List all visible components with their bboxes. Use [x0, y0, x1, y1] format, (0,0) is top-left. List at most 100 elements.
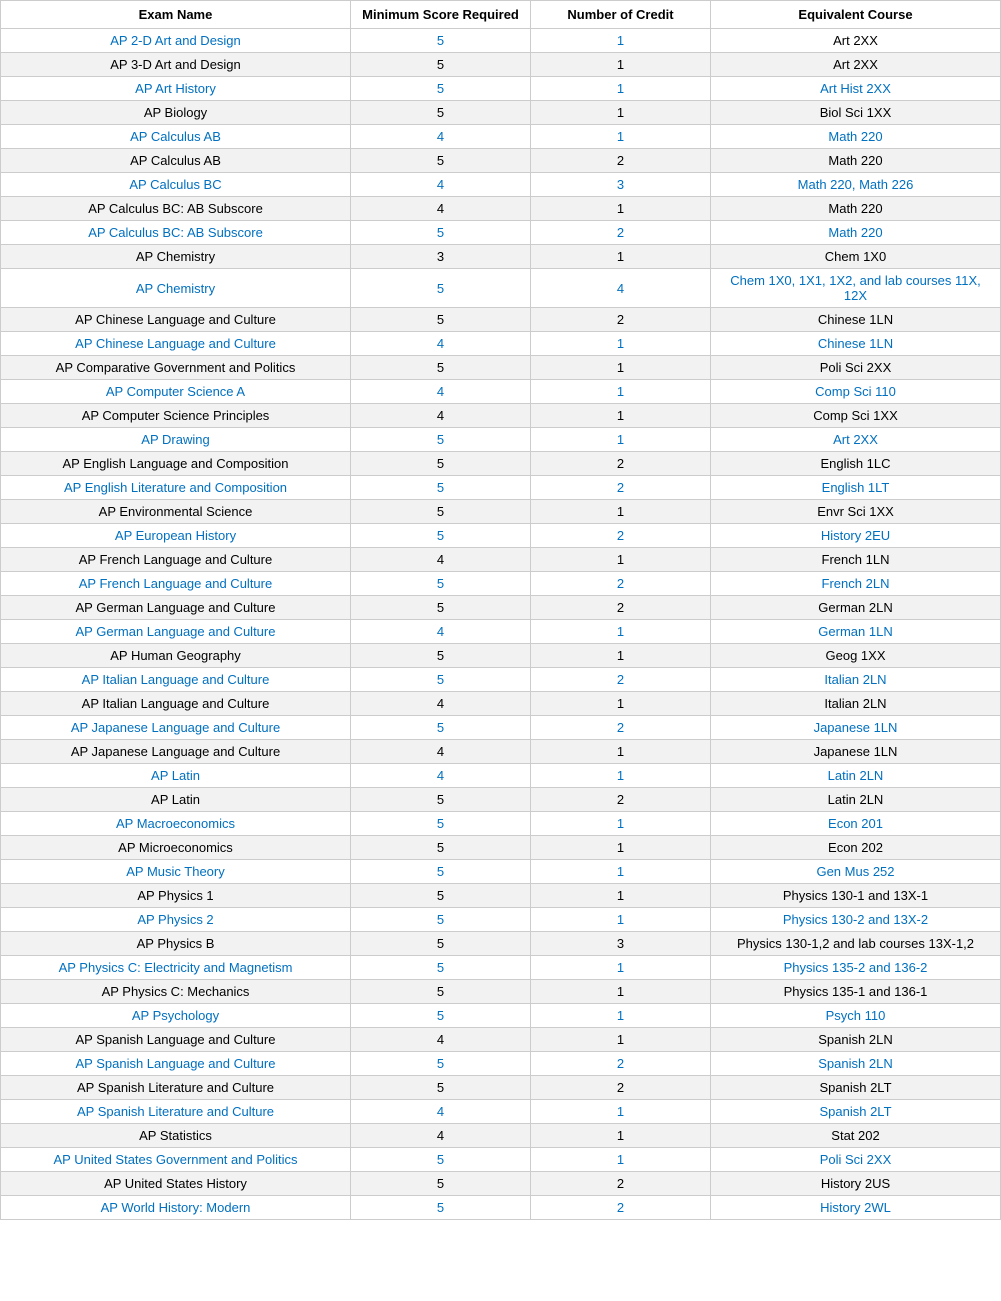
min-score: 4	[351, 764, 531, 788]
min-score: 5	[351, 1076, 531, 1100]
num-credit: 1	[531, 356, 711, 380]
table-row: AP Japanese Language and Culture 4 1 Jap…	[1, 740, 1001, 764]
num-credit: 1	[531, 245, 711, 269]
min-score: 5	[351, 884, 531, 908]
equiv-course: Japanese 1LN	[711, 740, 1001, 764]
equiv-course: French 1LN	[711, 548, 1001, 572]
exam-name: AP Human Geography	[1, 644, 351, 668]
equiv-course: Physics 130-2 and 13X-2	[711, 908, 1001, 932]
exam-name: AP Spanish Literature and Culture	[1, 1100, 351, 1124]
table-row: AP Environmental Science 5 1 Envr Sci 1X…	[1, 500, 1001, 524]
table-row: AP Music Theory 5 1 Gen Mus 252	[1, 860, 1001, 884]
equiv-course: Envr Sci 1XX	[711, 500, 1001, 524]
equiv-course: Poli Sci 2XX	[711, 1148, 1001, 1172]
num-credit: 1	[531, 980, 711, 1004]
equiv-course: Art 2XX	[711, 428, 1001, 452]
min-score: 4	[351, 173, 531, 197]
exam-name: AP Chinese Language and Culture	[1, 308, 351, 332]
exam-name: AP Chemistry	[1, 245, 351, 269]
exam-name: AP Calculus AB	[1, 149, 351, 173]
num-credit: 1	[531, 332, 711, 356]
min-score: 4	[351, 740, 531, 764]
table-row: AP Japanese Language and Culture 5 2 Jap…	[1, 716, 1001, 740]
table-row: AP Chinese Language and Culture 5 2 Chin…	[1, 308, 1001, 332]
table-row: AP English Literature and Composition 5 …	[1, 476, 1001, 500]
exam-name: AP Physics 2	[1, 908, 351, 932]
num-credit: 1	[531, 548, 711, 572]
exam-name: AP German Language and Culture	[1, 596, 351, 620]
exam-name: AP United States History	[1, 1172, 351, 1196]
num-credit: 3	[531, 173, 711, 197]
exam-name: AP Physics C: Electricity and Magnetism	[1, 956, 351, 980]
min-score: 4	[351, 197, 531, 221]
equiv-course: Stat 202	[711, 1124, 1001, 1148]
exam-name: AP Music Theory	[1, 860, 351, 884]
equiv-course: Psych 110	[711, 1004, 1001, 1028]
num-credit: 1	[531, 812, 711, 836]
header-exam: Exam Name	[1, 1, 351, 29]
equiv-course: Spanish 2LN	[711, 1052, 1001, 1076]
equiv-course: Geog 1XX	[711, 644, 1001, 668]
table-row: AP Microeconomics 5 1 Econ 202	[1, 836, 1001, 860]
min-score: 5	[351, 572, 531, 596]
num-credit: 1	[531, 404, 711, 428]
table-row: AP German Language and Culture 4 1 Germa…	[1, 620, 1001, 644]
table-row: AP United States Government and Politics…	[1, 1148, 1001, 1172]
exam-name: AP Microeconomics	[1, 836, 351, 860]
table-row: AP Calculus AB 5 2 Math 220	[1, 149, 1001, 173]
min-score: 5	[351, 1004, 531, 1028]
min-score: 5	[351, 860, 531, 884]
min-score: 3	[351, 245, 531, 269]
table-row: AP Calculus AB 4 1 Math 220	[1, 125, 1001, 149]
min-score: 4	[351, 692, 531, 716]
exam-name: AP Physics C: Mechanics	[1, 980, 351, 1004]
min-score: 5	[351, 956, 531, 980]
num-credit: 1	[531, 1100, 711, 1124]
equiv-course: Math 220, Math 226	[711, 173, 1001, 197]
equiv-course: Physics 135-2 and 136-2	[711, 956, 1001, 980]
table-row: AP French Language and Culture 4 1 Frenc…	[1, 548, 1001, 572]
equiv-course: Comp Sci 110	[711, 380, 1001, 404]
min-score: 5	[351, 812, 531, 836]
num-credit: 1	[531, 884, 711, 908]
equiv-course: Spanish 2LT	[711, 1100, 1001, 1124]
equiv-course: Gen Mus 252	[711, 860, 1001, 884]
min-score: 4	[351, 1100, 531, 1124]
num-credit: 1	[531, 53, 711, 77]
exam-name: AP Psychology	[1, 1004, 351, 1028]
exam-name: AP Chinese Language and Culture	[1, 332, 351, 356]
table-row: AP 2-D Art and Design 5 1 Art 2XX	[1, 29, 1001, 53]
num-credit: 2	[531, 1172, 711, 1196]
min-score: 4	[351, 548, 531, 572]
table-row: AP Spanish Language and Culture 4 1 Span…	[1, 1028, 1001, 1052]
table-row: AP English Language and Composition 5 2 …	[1, 452, 1001, 476]
exam-name: AP Japanese Language and Culture	[1, 716, 351, 740]
exam-name: AP Computer Science A	[1, 380, 351, 404]
min-score: 4	[351, 380, 531, 404]
exam-name: AP Drawing	[1, 428, 351, 452]
min-score: 5	[351, 452, 531, 476]
exam-name: AP 2-D Art and Design	[1, 29, 351, 53]
min-score: 4	[351, 620, 531, 644]
equiv-course: Physics 130-1 and 13X-1	[711, 884, 1001, 908]
exam-name: AP German Language and Culture	[1, 620, 351, 644]
num-credit: 1	[531, 956, 711, 980]
exam-name: AP Italian Language and Culture	[1, 668, 351, 692]
exam-name: AP Physics B	[1, 932, 351, 956]
num-credit: 1	[531, 101, 711, 125]
min-score: 5	[351, 77, 531, 101]
num-credit: 1	[531, 1124, 711, 1148]
table-row: AP Physics 2 5 1 Physics 130-2 and 13X-2	[1, 908, 1001, 932]
num-credit: 1	[531, 1004, 711, 1028]
equiv-course: Math 220	[711, 221, 1001, 245]
min-score: 5	[351, 29, 531, 53]
exam-name: AP French Language and Culture	[1, 572, 351, 596]
table-row: AP Physics 1 5 1 Physics 130-1 and 13X-1	[1, 884, 1001, 908]
table-row: AP World History: Modern 5 2 History 2WL	[1, 1196, 1001, 1220]
table-row: AP Latin 4 1 Latin 2LN	[1, 764, 1001, 788]
equiv-course: Chem 1X0	[711, 245, 1001, 269]
exam-name: AP World History: Modern	[1, 1196, 351, 1220]
min-score: 5	[351, 1052, 531, 1076]
num-credit: 2	[531, 668, 711, 692]
equiv-course: Biol Sci 1XX	[711, 101, 1001, 125]
